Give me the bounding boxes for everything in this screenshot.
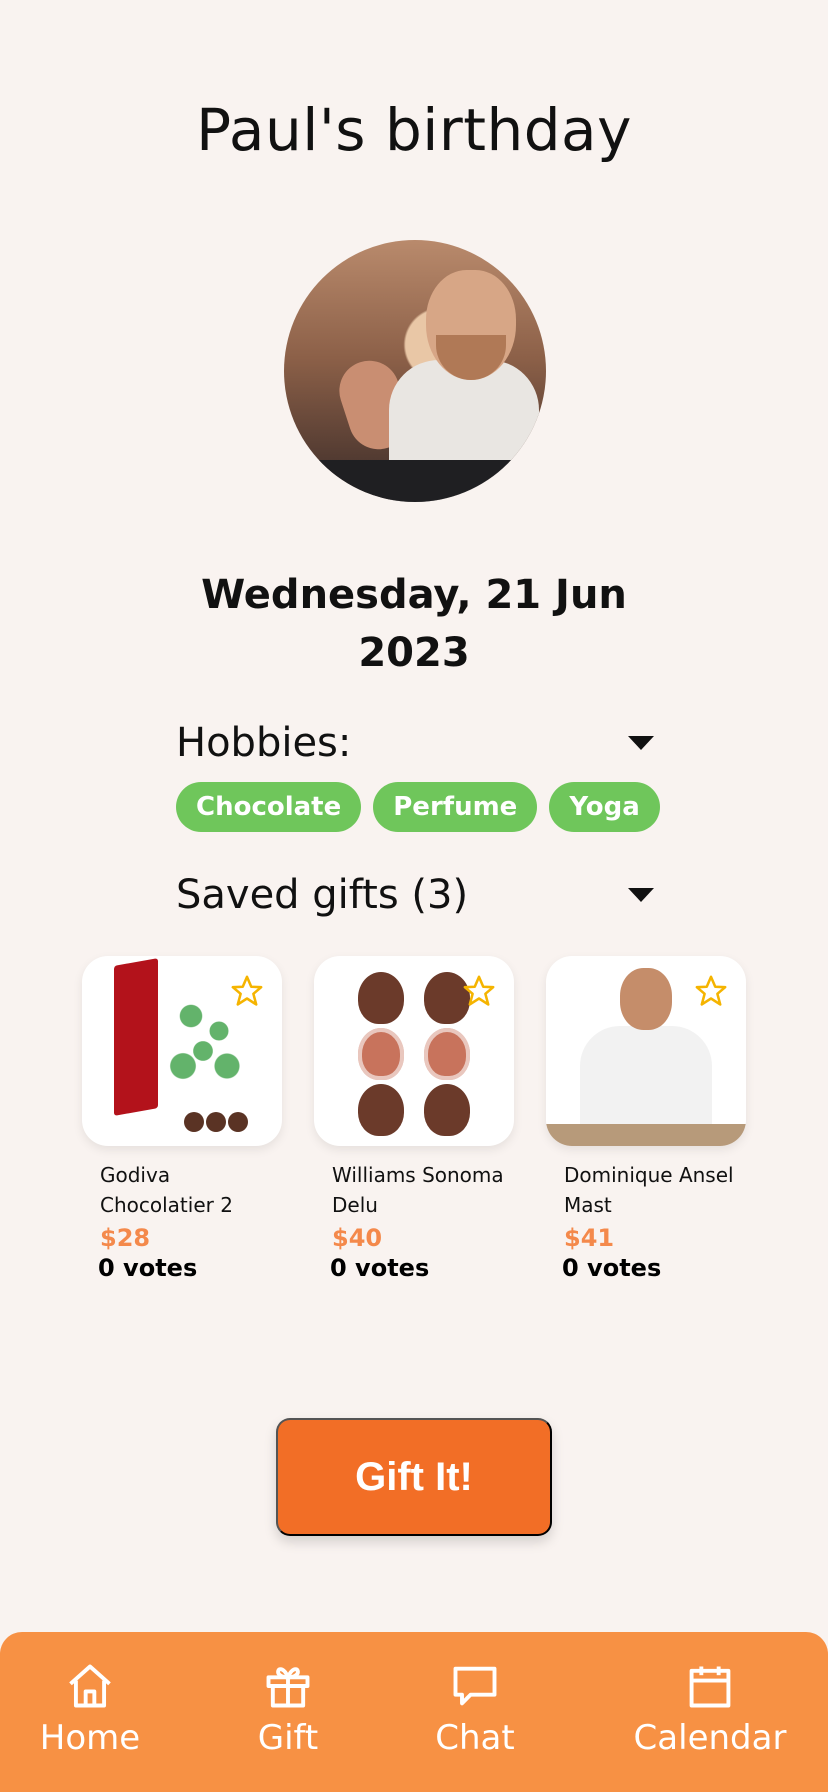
gift-price: $40 — [332, 1224, 383, 1252]
gift-image[interactable] — [314, 956, 514, 1146]
gift-icon — [266, 1667, 310, 1708]
gift-votes: 0 votes — [98, 1254, 198, 1282]
event-date-line1: Wednesday, 21 Jun — [201, 572, 627, 618]
gift-image-berry — [424, 1084, 470, 1136]
tab-chat[interactable]: Chat — [430, 1660, 520, 1758]
star-icon[interactable] — [694, 974, 728, 1008]
gift-card[interactable]: Williams Sonoma Delu $40 0 votes — [314, 956, 514, 1282]
gift-name: Williams Sonoma Delu — [314, 1160, 514, 1220]
gift-image-counter — [546, 1124, 746, 1146]
avatar — [284, 240, 546, 502]
hobby-chip-yoga[interactable]: Yoga — [549, 782, 660, 832]
gift-image-berry — [358, 972, 404, 1024]
hobby-chips: Chocolate Perfume Yoga — [176, 782, 660, 832]
gift-votes: 0 votes — [562, 1254, 662, 1282]
hobby-chip-chocolate[interactable]: Chocolate — [176, 782, 362, 832]
home-icon — [69, 1664, 111, 1708]
tab-calendar[interactable]: Calendar — [632, 1660, 788, 1758]
gift-image-berry — [358, 1028, 404, 1080]
gift-card[interactable]: Dominique Ansel Mast $41 0 votes — [546, 956, 746, 1282]
gift-price: $28 — [100, 1224, 151, 1252]
gift-it-button[interactable]: Gift It! — [276, 1418, 552, 1536]
tab-home-label: Home — [39, 1718, 141, 1758]
gift-name: Dominique Ansel Mast — [546, 1160, 746, 1220]
avatar-foreground — [284, 460, 546, 502]
gift-image-box — [114, 958, 158, 1116]
gift-image-berry — [424, 1028, 470, 1080]
tab-home[interactable]: Home — [40, 1660, 140, 1758]
tab-gift-label: Gift — [257, 1718, 319, 1758]
calendar-icon — [689, 1666, 731, 1708]
saved-gifts-header[interactable]: Saved gifts (3) — [176, 870, 656, 920]
hobby-chip-perfume[interactable]: Perfume — [373, 782, 538, 832]
gift-name-line1: Dominique Ansel — [564, 1163, 734, 1187]
gift-image-candy — [206, 1112, 226, 1132]
saved-gifts-label: Saved gifts (3) — [176, 872, 469, 918]
hobbies-header[interactable]: Hobbies: — [176, 718, 656, 768]
gift-image-chef-head — [620, 968, 672, 1030]
gift-image[interactable] — [82, 956, 282, 1146]
gift-name: Godiva Chocolatier 2 — [82, 1160, 282, 1220]
page: Paul's birthday Wednesday, 21 Jun 2023 H… — [0, 0, 828, 1792]
gift-name-line2: Chocolatier 2 — [100, 1193, 233, 1217]
star-icon[interactable] — [462, 974, 496, 1008]
chevron-down-icon[interactable] — [628, 736, 654, 750]
tab-gift[interactable]: Gift — [252, 1660, 324, 1758]
page-title: Paul's birthday — [196, 96, 632, 164]
gift-image[interactable] — [546, 956, 746, 1146]
chat-icon — [453, 1666, 497, 1706]
gift-image-candy — [184, 1112, 204, 1132]
event-date-line2: 2023 — [358, 630, 470, 676]
tab-chat-label: Chat — [435, 1718, 515, 1758]
gift-image-berry — [358, 1084, 404, 1136]
star-icon[interactable] — [230, 974, 264, 1008]
chevron-down-icon[interactable] — [628, 888, 654, 902]
tab-bar: Home Gift Chat Calendar — [0, 1632, 828, 1792]
gift-votes: 0 votes — [330, 1254, 430, 1282]
hobbies-label: Hobbies: — [176, 720, 352, 766]
saved-gifts-list: Godiva Chocolatier 2 $28 0 votes William… — [82, 956, 754, 1296]
gift-image-candy — [228, 1112, 248, 1132]
gift-name-line1: Williams Sonoma — [332, 1163, 504, 1187]
tab-calendar-label: Calendar — [633, 1718, 787, 1758]
gift-name-line1: Godiva — [100, 1163, 171, 1187]
event-date: Wednesday, 21 Jun 2023 — [0, 566, 828, 682]
gift-card[interactable]: Godiva Chocolatier 2 $28 0 votes — [82, 956, 282, 1282]
gift-name-line2: Mast — [564, 1193, 612, 1217]
gift-name-line2: Delu — [332, 1193, 378, 1217]
gift-price: $41 — [564, 1224, 615, 1252]
